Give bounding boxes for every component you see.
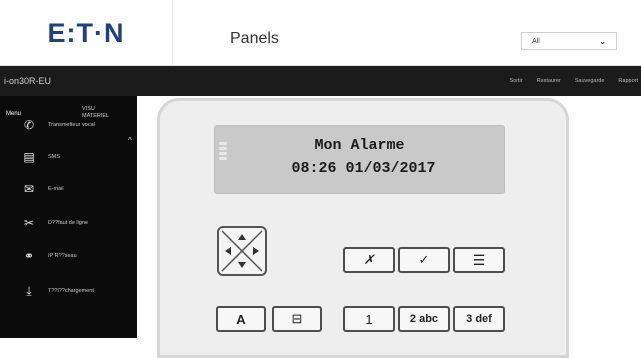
key-2[interactable]: 2 abc xyxy=(398,306,450,332)
filter-value: All xyxy=(532,37,540,45)
email-icon: ✉ xyxy=(23,182,35,196)
navigation-arrows-icon xyxy=(221,230,263,272)
sidebar-item-label: SMS xyxy=(48,154,60,160)
sidebar: ✆ Transmetteur vocal ▤ SMS ✉ E-mail ✂ D?… xyxy=(0,96,137,338)
sidebar-item-sms[interactable]: ▤ SMS xyxy=(0,142,129,172)
sidebar-scrollbar[interactable] xyxy=(129,124,137,338)
navigation-pad[interactable] xyxy=(217,226,267,276)
ok-key[interactable]: ✓ xyxy=(398,247,450,273)
sidebar-item-network[interactable]: ⚭ IP R??seau xyxy=(0,241,129,271)
sidebar-item-label: IP R??seau xyxy=(48,253,77,259)
lcd-line-1: Mon Alarme xyxy=(314,137,405,154)
sidebar-item-label: T??l??chargement xyxy=(48,288,94,294)
page-title: Panels xyxy=(230,30,279,47)
toolbar-actions: Sortir Restaurer Sauvegarde Rapport xyxy=(509,78,638,84)
exit-link[interactable]: Sortir xyxy=(509,78,522,84)
sidebar-tabs: Menu VISU MATERIEL xyxy=(0,96,137,124)
sidebar-item-label: E-mail xyxy=(48,186,64,192)
device-name: i-on30R-EU xyxy=(4,76,52,86)
menu-key[interactable]: ☰ xyxy=(453,247,505,273)
panel-filter-select[interactable]: All ⌄ xyxy=(521,32,617,50)
sidebar-item-email[interactable]: ✉ E-mail xyxy=(0,174,129,204)
logo-container: E:T·N xyxy=(0,0,173,66)
sidebar-item-line-fault[interactable]: ✂ D??faut de ligne xyxy=(0,208,129,238)
chevron-down-icon: ⌄ xyxy=(599,36,606,46)
key-1[interactable]: 1 xyxy=(343,306,395,332)
app-header: E:T·N Panels All ⌄ xyxy=(0,0,641,66)
lcd-line-2: 08:26 01/03/2017 xyxy=(291,160,436,177)
line-fault-icon: ✂ xyxy=(23,216,35,230)
restore-link[interactable]: Restaurer xyxy=(537,78,561,84)
network-icon: ⚭ xyxy=(23,249,35,263)
sms-icon: ▤ xyxy=(23,150,35,164)
report-link[interactable]: Rapport xyxy=(618,78,638,84)
eaton-logo: E:T·N xyxy=(47,17,125,48)
lock-key[interactable]: ⊟ xyxy=(272,306,322,332)
sidebar-item-download[interactable]: ⤓ T??l??chargement xyxy=(0,276,129,306)
tab-menu[interactable]: Menu xyxy=(6,111,21,117)
device-toolbar: i-on30R-EU Sortir Restaurer Sauvegarde R… xyxy=(0,66,641,96)
save-link[interactable]: Sauvegarde xyxy=(575,78,605,84)
lcd-display: Mon Alarme 08:26 01/03/2017 xyxy=(214,125,505,194)
download-icon: ⤓ xyxy=(26,284,32,298)
key-a[interactable]: A xyxy=(216,306,266,332)
tab-visu-materiel[interactable]: VISU MATERIEL xyxy=(82,106,122,120)
cancel-key[interactable]: ✗ xyxy=(343,247,395,273)
sidebar-item-label: D??faut de ligne xyxy=(48,220,89,226)
scroll-up-icon[interactable]: ^ xyxy=(128,136,132,145)
key-3[interactable]: 3 def xyxy=(453,306,505,332)
